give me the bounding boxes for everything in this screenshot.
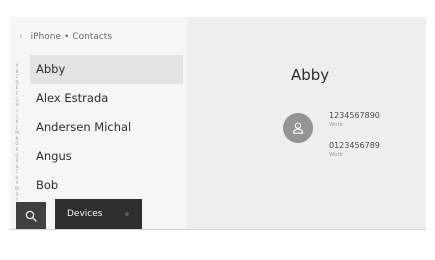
breadcrumb-source[interactable]: iPhone	[31, 32, 61, 42]
contact-list-item[interactable]: Angus	[30, 142, 183, 171]
chevron-left-icon[interactable]: ‹	[19, 32, 23, 42]
phone-number: 1234567890	[329, 111, 380, 120]
contact-list-item[interactable]: Andersen Michal	[30, 113, 183, 142]
phone-type: Work	[329, 122, 343, 128]
breadcrumb-separator: •	[64, 32, 70, 42]
breadcrumb: ‹ iPhone • Contacts	[19, 32, 112, 42]
alphabet-index[interactable]: ABCDEFGHIJKLMNOPQRSTUVWXYZ	[13, 63, 21, 208]
contact-list-item[interactable]: Alex Estrada	[30, 84, 183, 113]
bottom-strip	[10, 229, 426, 254]
contact-list-item[interactable]: Abby	[30, 55, 183, 84]
phone-entry[interactable]: 0123456789 Work	[329, 141, 380, 159]
avatar	[283, 113, 313, 143]
search-icon	[25, 210, 37, 222]
phone-entry[interactable]: 1234567890 Work	[329, 111, 380, 129]
contact-list-item[interactable]: Bob	[30, 171, 183, 200]
person-icon	[292, 122, 304, 134]
phone-number: 0123456789	[329, 141, 380, 150]
breadcrumb-section: Contacts	[72, 32, 113, 42]
contacts-screen: ‹ iPhone • Contacts ABCDEFGHIJKLMNOPQRSTUVW…	[10, 17, 426, 229]
phone-type: Work	[329, 152, 343, 158]
contact-detail-name: Abby	[291, 66, 330, 84]
devices-button[interactable]: Devices	[55, 199, 142, 229]
contact-list-pane: ‹ iPhone • Contacts ABCDEFGHIJKLMNOPQRSTUVW…	[10, 17, 187, 229]
status-dot-icon	[125, 212, 129, 216]
search-button[interactable]	[16, 202, 46, 229]
contact-list: Abby Alex Estrada Andersen Michal Angus …	[30, 55, 183, 200]
devices-label: Devices	[67, 209, 103, 219]
contact-detail-pane: Abby 1234567890 Work 0123456789 Work	[187, 17, 426, 229]
